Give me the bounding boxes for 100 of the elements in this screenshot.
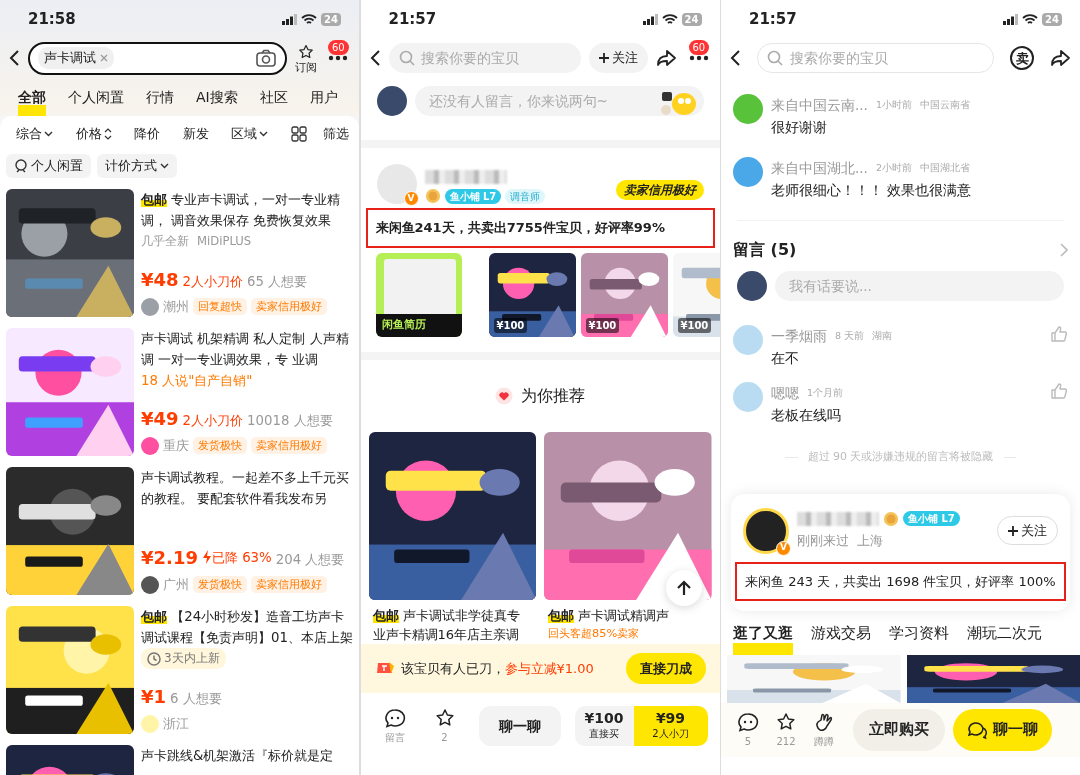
item-title: 声卡调试教程。一起差不多上千元买的教程。 要配套软件看我发布另 (141, 469, 350, 509)
seller-avatar (743, 507, 789, 554)
seller-tag: 卖家信用极好 (251, 437, 327, 455)
last-visit: 刚刚来过 (797, 531, 849, 550)
category-tab[interactable]: 游戏交易 (811, 623, 871, 655)
buy-option-button[interactable]: ¥100 直接买 (574, 706, 634, 747)
star-icon (775, 711, 797, 732)
category-tab[interactable]: 行情 (146, 87, 174, 116)
share-icon[interactable] (1050, 49, 1072, 67)
seller-location: 重庆 (163, 437, 189, 456)
share-icon[interactable] (655, 49, 678, 67)
buy-now-button[interactable]: 立即购买 (853, 709, 945, 751)
review-time: 2小时前 (875, 161, 912, 175)
search-field[interactable]: 搜索你要的宝贝 (757, 43, 994, 73)
category-tab[interactable]: 学习资料 (889, 623, 949, 655)
caret-icon (44, 130, 53, 137)
item-price: ¥49 (141, 408, 179, 430)
seller-location: 潮州 (163, 298, 189, 317)
search-query-chip[interactable]: 声卡调试 (38, 47, 114, 69)
review-time: 1小时前 (875, 98, 912, 112)
seller-location: 广州 (163, 576, 189, 595)
comment-field[interactable]: 还没有人留言，你来说两句~ (414, 86, 704, 116)
category-tab[interactable]: 逛了又逛 (733, 623, 793, 655)
star-icon (433, 707, 456, 728)
battery-indicator: 24 (1042, 12, 1062, 26)
seller-tag: 发货极快 (193, 576, 247, 594)
commenter-avatar (733, 382, 763, 412)
comment-text: 在不 (771, 349, 800, 368)
sell-button[interactable]: 卖 (1010, 46, 1034, 70)
product-note: 回头客超85%卖家 (547, 624, 641, 642)
sort-option[interactable]: 综合 (16, 124, 53, 144)
filter-button[interactable]: 筛选 (322, 124, 349, 144)
back-icon[interactable] (368, 49, 381, 67)
status-time: 21:58 (28, 8, 76, 30)
item-price: ¥48 (141, 269, 179, 291)
want-count: 204 人想要 (275, 551, 345, 570)
follow-button[interactable]: 关注 (997, 515, 1058, 546)
more-icon[interactable] (688, 54, 709, 62)
filter-chip[interactable]: 计价方式 (97, 153, 177, 179)
plus-icon (1008, 525, 1018, 536)
product-price: ¥100 (585, 317, 620, 333)
bargain-price: 2人小刀价 (182, 412, 244, 431)
notification-badge: 60 (688, 40, 710, 55)
sort-option[interactable]: 新发 (182, 124, 209, 144)
caret-icon (160, 162, 169, 169)
follow-button[interactable]: 关注 (588, 43, 648, 73)
user-avatar (737, 271, 767, 301)
status-time: 21:57 (749, 8, 797, 30)
grid-view-icon[interactable] (290, 125, 307, 142)
bargain-price: 2人小刀价 (182, 273, 244, 292)
want-count: 10018 人想要 (247, 412, 333, 431)
signal-icon (642, 13, 658, 25)
signal-icon (1003, 13, 1019, 25)
category-tab[interactable]: 个人闲置 (68, 87, 124, 116)
filter-chip[interactable]: 个人闲置 (6, 153, 91, 179)
hand-icon (814, 711, 834, 732)
category-tab[interactable]: AI搜索 (196, 87, 238, 116)
search-icon (767, 50, 783, 66)
category-tab[interactable]: 潮玩二次元 (967, 623, 1042, 655)
want-count: 6 人想要 (170, 690, 222, 709)
reviewer-name: 来自中国湖北... (771, 159, 868, 178)
reviewer-name: 来自中国云南... (771, 96, 868, 115)
chat-button[interactable]: 聊一聊 (478, 706, 561, 747)
subscribe-label: 订阅 (295, 60, 317, 73)
battery-indicator: 24 (321, 12, 341, 26)
seller-tag: 卖家信用极好 (251, 576, 327, 594)
item-brand: MiDiPLUS (197, 234, 252, 249)
seller-location: 浙江 (163, 715, 189, 734)
bargain-button[interactable]: 直接刀成 (625, 652, 706, 685)
sort-option[interactable]: 区域 (231, 124, 269, 144)
chat-button[interactable]: 聊一聊 (953, 709, 1052, 751)
bargain-text: 该宝贝有人已刀，参与立减¥1.00 (400, 659, 594, 678)
subscribe-button[interactable]: 订阅 (295, 43, 317, 73)
category-tab[interactable]: 全部 (18, 87, 46, 116)
seller-city: 上海 (857, 531, 883, 550)
category-tab[interactable]: 用户 (309, 87, 338, 116)
buy-option-button[interactable]: ¥99 2人小刀 (633, 706, 708, 747)
seller-avatar (376, 164, 417, 204)
search-field[interactable]: 搜索你要的宝贝 (388, 43, 581, 73)
comment-field[interactable]: 我有话要说... (775, 271, 1064, 301)
sort-option[interactable]: 价格 (75, 124, 112, 144)
back-icon[interactable] (8, 49, 20, 67)
seller-stats: 来闲鱼241天，共卖出7755件宝贝，好评率99% (375, 219, 666, 237)
category-tab[interactable]: 社区 (259, 87, 288, 116)
back-icon[interactable] (729, 49, 741, 67)
resume-card[interactable]: 闲鱼简历 (375, 252, 462, 337)
search-icon (398, 50, 415, 66)
search-field[interactable]: 声卡调试 (28, 41, 287, 75)
product-price: ¥100 (493, 317, 528, 333)
section-title: 为你推荐 (521, 384, 585, 407)
sort-option[interactable]: 降价 (134, 124, 161, 144)
comment-icon (383, 707, 406, 728)
wifi-icon (661, 13, 678, 25)
product-price: ¥100 (677, 317, 712, 333)
item-title: 声卡跳线&机架激活『标价就是定 (141, 747, 335, 766)
camera-icon[interactable] (255, 48, 277, 68)
more-icon[interactable] (328, 54, 348, 62)
seller-avatar (141, 575, 159, 594)
shop-level-badge: 鱼小铺 L7 (444, 188, 502, 204)
chat-icon (967, 720, 987, 740)
